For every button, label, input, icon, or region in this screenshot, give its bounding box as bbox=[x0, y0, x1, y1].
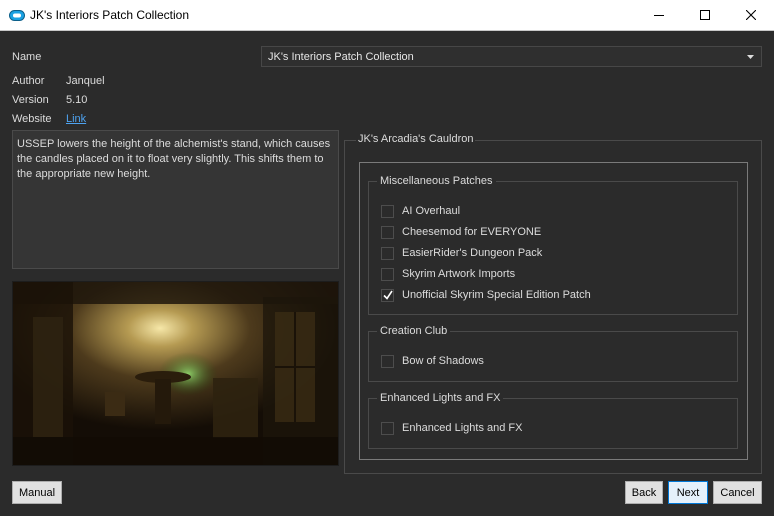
author-label: Author bbox=[12, 75, 45, 87]
option-label: Bow of Shadows bbox=[402, 355, 484, 367]
option-checkbox[interactable] bbox=[381, 354, 394, 368]
author-value: Janquel bbox=[66, 75, 105, 87]
close-button[interactable] bbox=[728, 0, 774, 30]
option-enhanced-lights-fx[interactable]: Enhanced Lights and FX bbox=[381, 420, 522, 436]
option-bow-of-shadows[interactable]: Bow of Shadows bbox=[381, 353, 484, 369]
option-checkbox[interactable] bbox=[381, 267, 394, 281]
back-button[interactable]: Back bbox=[625, 481, 663, 504]
chevron-down-icon bbox=[747, 55, 754, 59]
maximize-icon bbox=[700, 10, 710, 20]
checkmark-icon bbox=[383, 290, 393, 300]
group-title-enhanced-lights: Enhanced Lights and FX bbox=[377, 392, 504, 404]
minimize-button[interactable] bbox=[636, 0, 682, 30]
website-label: Website bbox=[12, 113, 52, 125]
manual-button[interactable]: Manual bbox=[12, 481, 62, 504]
version-value: 5.10 bbox=[66, 94, 88, 106]
close-icon bbox=[746, 10, 756, 20]
option-cheesemod[interactable]: Cheesemod for EVERYONE bbox=[381, 224, 541, 240]
window-title: JK's Interiors Patch Collection bbox=[30, 8, 190, 22]
option-unofficial-skyrim-patch[interactable]: Unofficial Skyrim Special Edition Patch bbox=[381, 287, 591, 303]
option-label: Skyrim Artwork Imports bbox=[402, 268, 516, 280]
name-dropdown-value: JK's Interiors Patch Collection bbox=[268, 51, 414, 63]
cancel-button[interactable]: Cancel bbox=[713, 481, 762, 504]
option-easierrider-dungeon-pack[interactable]: EasierRider's Dungeon Pack bbox=[381, 245, 542, 261]
version-label: Version bbox=[12, 94, 49, 106]
group-title-miscellaneous: Miscellaneous Patches bbox=[377, 175, 496, 187]
website-link[interactable]: Link bbox=[66, 113, 86, 125]
next-button[interactable]: Next bbox=[668, 481, 708, 504]
option-checkbox[interactable] bbox=[381, 246, 394, 260]
option-label: EasierRider's Dungeon Pack bbox=[402, 247, 543, 259]
maximize-button[interactable] bbox=[682, 0, 728, 30]
option-checkbox[interactable] bbox=[381, 204, 394, 218]
minimize-icon bbox=[654, 15, 664, 16]
preview-image bbox=[12, 281, 339, 466]
option-skyrim-artwork-imports[interactable]: Skyrim Artwork Imports bbox=[381, 266, 515, 282]
option-checkbox[interactable] bbox=[381, 421, 394, 435]
option-label: Cheesemod for EVERYONE bbox=[402, 226, 542, 238]
title-bar: JK's Interiors Patch Collection bbox=[0, 0, 774, 31]
option-label: Enhanced Lights and FX bbox=[402, 422, 523, 434]
group-title-creation-club: Creation Club bbox=[377, 325, 451, 337]
option-label: AI Overhaul bbox=[402, 205, 461, 217]
installer-icon bbox=[9, 10, 25, 21]
option-label: Unofficial Skyrim Special Edition Patch bbox=[402, 289, 591, 301]
name-label: Name bbox=[12, 51, 42, 63]
preview-picture bbox=[13, 282, 338, 465]
name-dropdown[interactable]: JK's Interiors Patch Collection bbox=[261, 46, 762, 67]
description-box: USSEP lowers the height of the alchemist… bbox=[12, 130, 339, 269]
option-ai-overhaul[interactable]: AI Overhaul bbox=[381, 203, 460, 219]
options-group-title: JK's Arcadia's Cauldron bbox=[356, 133, 476, 145]
option-checkbox[interactable] bbox=[381, 225, 394, 239]
option-checkbox-checked[interactable] bbox=[381, 288, 394, 302]
